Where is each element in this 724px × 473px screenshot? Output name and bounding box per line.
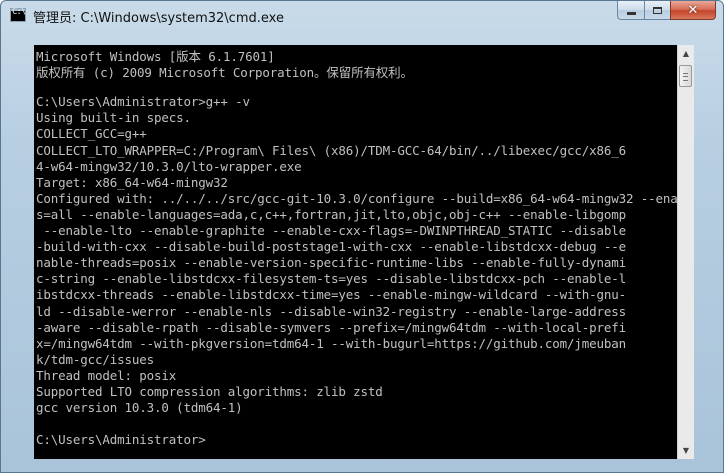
- console-line: gcc version 10.3.0 (tdm64-1): [36, 400, 243, 416]
- console-line: Microsoft Windows [版本 6.1.7601]: [36, 49, 275, 64]
- close-icon: ✕: [687, 2, 699, 18]
- scroll-up-button[interactable]: ▲: [678, 45, 694, 62]
- vertical-scrollbar[interactable]: ▲ ▼: [677, 45, 694, 459]
- grip-icon: [683, 73, 688, 81]
- console-line: nable-threads=posix --enable-version-spe…: [36, 255, 627, 271]
- console-line: c-string --enable-libstdcxx-filesystem-t…: [36, 271, 627, 287]
- window-controls: ✕: [617, 1, 716, 21]
- console-line: Configured with: ../../../src/gcc-git-10…: [36, 190, 677, 206]
- console-line: COLLECT_LTO_WRAPPER=C:/Program\ Files\ (…: [36, 142, 627, 158]
- minimize-icon: [626, 11, 636, 15]
- console-line: COLLECT_GCC=g++: [36, 126, 147, 142]
- minimize-button[interactable]: [617, 1, 644, 20]
- console-line: ld --disable-werror --enable-nls --disab…: [36, 303, 627, 319]
- console-line: Thread model: posix: [36, 367, 177, 383]
- title-bar[interactable]: C:\ 管理员: C:\Windows\system32\cmd.exe ✕: [1, 1, 723, 31]
- scroll-down-button[interactable]: ▼: [678, 442, 694, 459]
- console-line: Target: x86_64-w64-mingw32: [36, 174, 228, 190]
- console-line: s=all --enable-languages=ada,c,c++,fortr…: [36, 206, 627, 222]
- console-line: 4-w64-mingw32/10.3.0/lto-wrapper.exe: [36, 158, 302, 174]
- console-line: -build-with-cxx --disable-build-poststag…: [36, 239, 627, 255]
- console-line: C:\Users\Administrator>: [36, 432, 206, 448]
- chevron-down-icon: ▼: [682, 446, 690, 455]
- console-line: -aware --disable-rpath --disable-symvers…: [36, 319, 627, 335]
- console-line: C:\Users\Administrator>g++ -v: [36, 94, 250, 110]
- maximize-button[interactable]: [644, 1, 670, 20]
- console-line: ibstdcxx-threads --enable-libstdcxx-time…: [36, 287, 627, 303]
- console-line: 版权所有 (c) 2009 Microsoft Corporation。保留所有…: [36, 65, 413, 81]
- console-line: Supported LTO compression algorithms: zl…: [36, 383, 383, 399]
- cmd-icon[interactable]: C:\: [10, 7, 26, 22]
- console-line: x=/mingw64tdm --with-pkgversion=tdm64-1 …: [36, 335, 627, 351]
- window-title: 管理员: C:\Windows\system32\cmd.exe: [33, 11, 284, 26]
- console-output[interactable]: Microsoft Windows [版本 6.1.7601] 版权所有 (c) …: [34, 45, 677, 459]
- scroll-thumb[interactable]: [679, 65, 692, 87]
- console-line: --enable-lto --enable-graphite --enable-…: [36, 223, 627, 239]
- cmd-window: C:\ 管理员: C:\Windows\system32\cmd.exe ✕ M…: [0, 0, 724, 473]
- console-line: Using built-in specs.: [36, 110, 191, 126]
- close-button[interactable]: ✕: [670, 1, 716, 20]
- chevron-up-icon: ▲: [682, 49, 690, 58]
- console-lines: Microsoft Windows [版本 6.1.7601] 版权所有 (c) …: [36, 46, 677, 448]
- console-line: k/tdm-gcc/issues: [36, 351, 155, 367]
- maximize-icon: [653, 6, 662, 14]
- cmd-icon-text: C:\: [12, 7, 26, 17]
